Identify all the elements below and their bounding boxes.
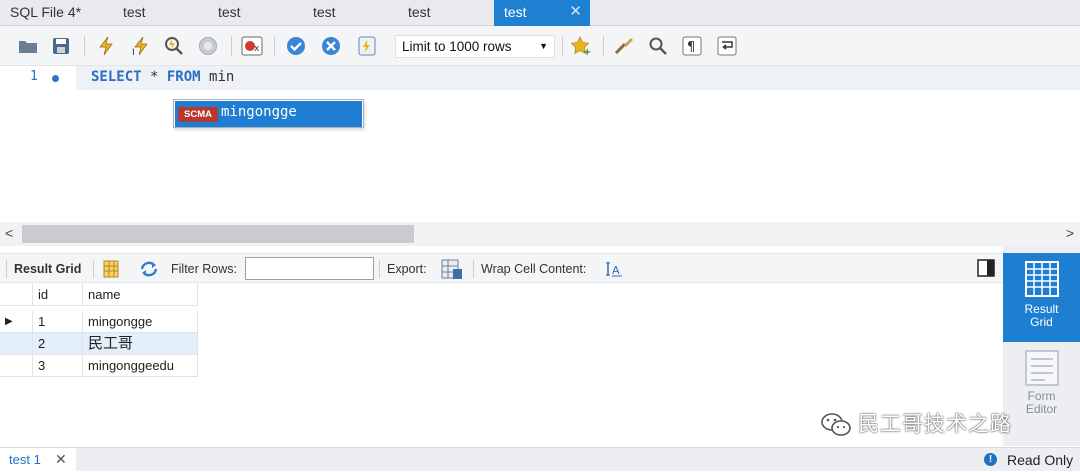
tab-label: test	[313, 4, 336, 20]
result-grid-button-label: Result Grid	[1024, 302, 1059, 329]
table-row[interactable]: ▶ 1 mingongge	[0, 311, 198, 333]
result-grid-label[interactable]: Result Grid	[14, 262, 81, 276]
result-grid-button[interactable]: Result Grid	[1003, 253, 1080, 342]
svg-text:¶: ¶	[687, 40, 695, 55]
form-editor-button[interactable]: Form Editor	[1003, 346, 1080, 426]
result-toolbar: Result Grid Filter Rows: Export: Wrap Ce…	[0, 253, 1003, 283]
export-label: Export:	[387, 262, 427, 276]
toggle-error-icon[interactable]: x	[241, 35, 263, 57]
wechat-icon	[820, 412, 852, 444]
row-header-corner	[0, 284, 33, 306]
result-tab-label: test 1	[9, 452, 41, 467]
column-header-id[interactable]: id	[33, 284, 83, 306]
filter-rows-label: Filter Rows:	[171, 262, 237, 276]
save-icon[interactable]	[50, 35, 72, 57]
svg-text:I: I	[132, 48, 135, 56]
sql-code[interactable]: SELECT * FROM min	[91, 69, 234, 85]
execute-current-icon[interactable]: I	[130, 35, 152, 57]
column-header-name[interactable]: name	[83, 284, 198, 306]
sql-editor[interactable]: 1 SELECT * FROM min SCMA mingongge	[0, 66, 1080, 222]
limit-rows-value: Limit to 1000 rows	[402, 39, 512, 54]
cell-id[interactable]: 2	[33, 333, 83, 355]
code-identifier: min	[200, 69, 235, 85]
scrollbar-thumb[interactable]	[22, 225, 414, 243]
close-tab-icon[interactable]: ✕	[569, 0, 582, 24]
table-row[interactable]: 3 mingonggeedu	[0, 355, 198, 377]
tab-test-1[interactable]: test	[113, 0, 208, 26]
row-selector	[0, 333, 33, 355]
form-editor-button-label: Form Editor	[1025, 389, 1058, 416]
limit-rows-select[interactable]: Limit to 1000 rows ▼	[395, 35, 555, 58]
chevron-down-icon: ▼	[539, 41, 548, 51]
result-tab[interactable]: test 1 ✕	[0, 448, 76, 472]
tab-test-4[interactable]: test	[398, 0, 493, 26]
tab-test-2[interactable]: test	[208, 0, 303, 26]
autocomplete-item-label: mingongge	[221, 104, 297, 120]
grid-layout-icon[interactable]	[103, 260, 119, 281]
wrap-cell-icon[interactable]: A	[605, 260, 623, 281]
result-grid-icon	[1025, 261, 1059, 300]
tab-test-3[interactable]: test	[303, 0, 398, 26]
tab-sql-file-4[interactable]: SQL File 4*	[0, 0, 95, 26]
cell-id[interactable]: 3	[33, 355, 83, 377]
add-snippet-icon[interactable]: +	[570, 35, 592, 57]
table-row[interactable]: 2 民工哥	[0, 333, 198, 355]
wrap-lines-icon[interactable]	[716, 35, 738, 57]
cell-name[interactable]: mingonggeedu	[83, 355, 198, 377]
invisible-chars-icon[interactable]: ¶	[681, 35, 703, 57]
row-pointer-icon: ▶	[0, 311, 33, 333]
scroll-right-icon[interactable]: >	[1066, 225, 1074, 241]
grid-header-row: id name	[0, 284, 198, 306]
execute-icon[interactable]	[95, 35, 117, 57]
explain-icon[interactable]	[163, 35, 185, 57]
filter-rows-input[interactable]	[245, 257, 374, 280]
cell-id[interactable]: 1	[33, 311, 83, 333]
schema-badge: SCMA	[178, 107, 218, 122]
row-selector	[0, 355, 33, 377]
sql-toolbar: I x Limit to 1000 rows ▼ + ¶	[0, 26, 1080, 66]
rollback-icon[interactable]	[320, 35, 342, 57]
svg-text:A: A	[612, 264, 620, 277]
svg-text:x: x	[254, 44, 260, 54]
form-editor-icon	[1025, 350, 1059, 389]
read-only-label: Read Only	[1007, 452, 1074, 468]
autocomplete-item[interactable]: SCMA mingongge	[175, 101, 362, 127]
wrap-cell-label: Wrap Cell Content:	[481, 262, 587, 276]
open-folder-icon[interactable]	[17, 35, 39, 57]
info-icon: !	[984, 453, 997, 466]
keyword-select: SELECT	[91, 69, 142, 85]
watermark-text: 民工哥技术之路	[858, 413, 1012, 436]
statement-marker-icon	[52, 75, 59, 82]
export-icon[interactable]	[441, 258, 463, 283]
refresh-icon[interactable]	[139, 260, 159, 281]
cell-name[interactable]: 民工哥	[83, 333, 198, 355]
beautify-icon[interactable]	[613, 35, 635, 57]
editor-horizontal-scrollbar[interactable]: < >	[0, 222, 1080, 246]
status-bar: test 1 ✕ ! Read Only	[0, 447, 1080, 472]
tab-label: test	[408, 4, 431, 20]
find-icon[interactable]	[647, 35, 669, 57]
commit-icon[interactable]	[285, 35, 307, 57]
stop-icon[interactable]	[197, 35, 219, 57]
line-number: 1	[30, 69, 38, 84]
scroll-left-icon[interactable]: <	[5, 225, 13, 241]
tab-label: test	[218, 4, 241, 20]
tab-test-active[interactable]: test ✕	[494, 0, 590, 26]
autocommit-icon[interactable]	[356, 35, 378, 57]
toggle-panel-icon[interactable]	[977, 259, 995, 280]
close-result-tab-icon[interactable]: ✕	[55, 451, 67, 468]
cell-name[interactable]: mingongge	[83, 311, 198, 333]
keyword-from: FROM	[166, 69, 201, 85]
tab-label: SQL File 4*	[10, 4, 82, 20]
code-star: *	[141, 69, 167, 85]
svg-text:+: +	[583, 47, 591, 56]
tab-label: test	[123, 4, 146, 20]
tab-label: test	[504, 4, 527, 20]
autocomplete-popup: SCMA mingongge	[173, 99, 364, 128]
tab-bar: SQL File 4* test test test test test ✕	[0, 0, 1080, 26]
